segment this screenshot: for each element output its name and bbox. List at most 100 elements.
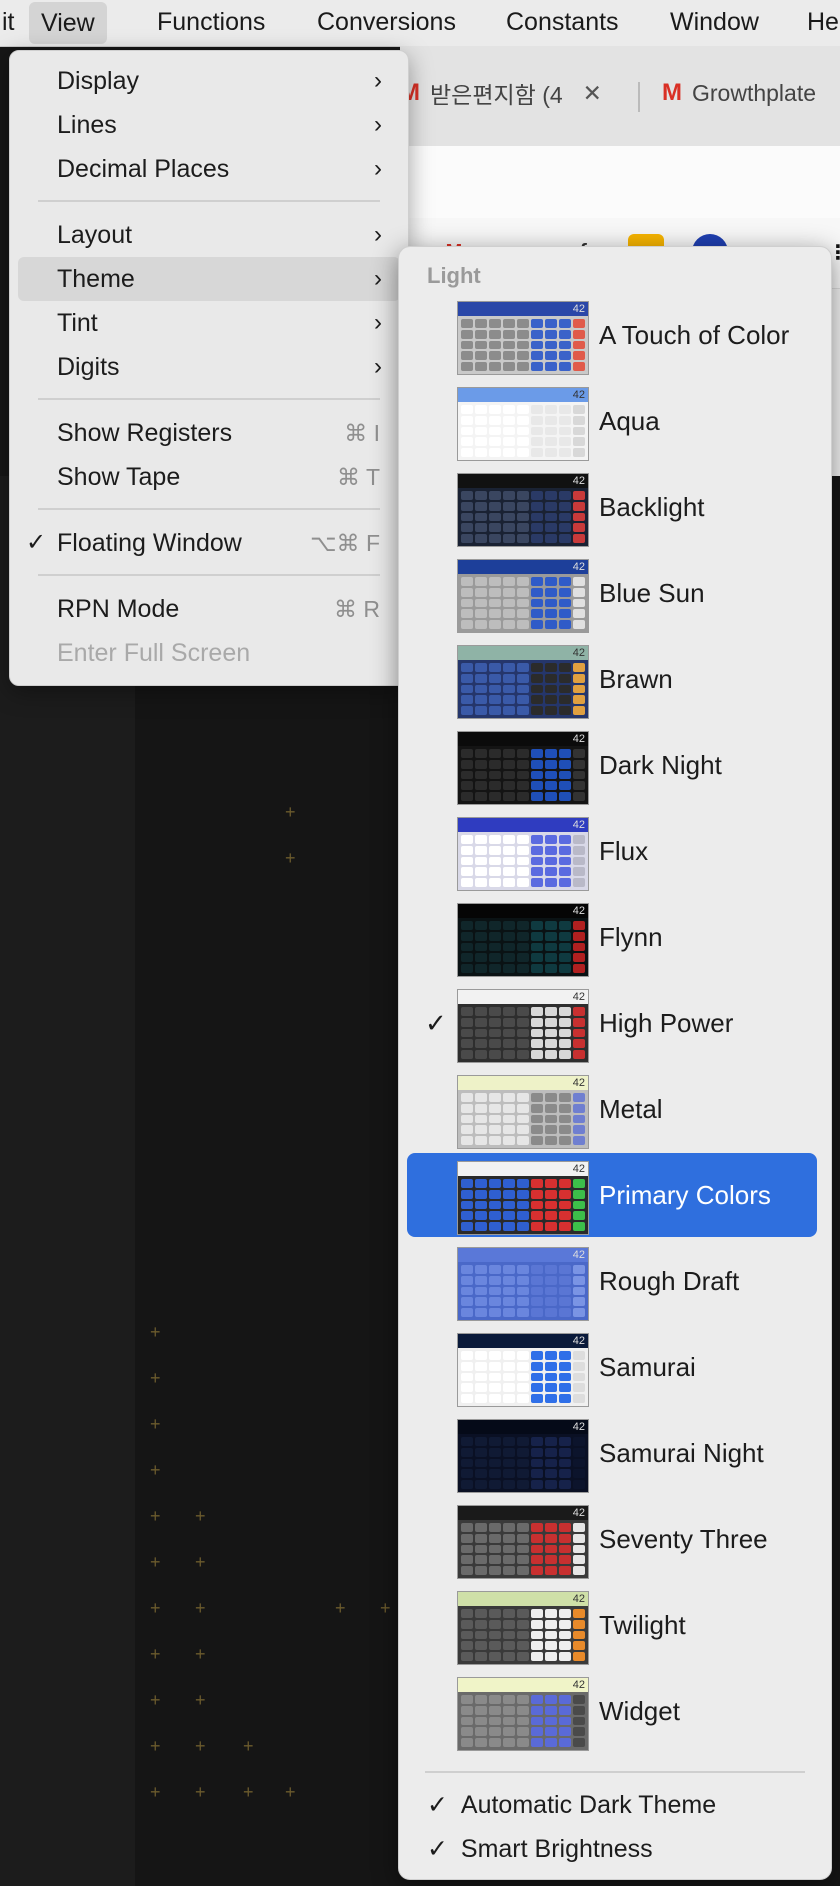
menu-item-label: Theme [57,265,135,293]
decor-plus-icon: + [195,1552,206,1572]
menu-separator [38,508,380,510]
menu-item-label: Decimal Places [57,155,230,183]
menu-item-show-tape[interactable]: Show Tape ⌘ T [18,455,400,499]
theme-thumbnail: 42 [457,731,589,805]
menu-item-show-registers[interactable]: Show Registers ⌘ I [18,411,400,455]
menu-item-label: RPN Mode [57,595,180,623]
theme-item-label: High Power [599,1008,734,1038]
chevron-right-icon: › [374,67,382,94]
menu-item-lines[interactable]: Lines › [18,103,400,147]
menubar-constants[interactable]: Constants [494,0,631,46]
theme-item-label: Primary Colors [599,1180,771,1210]
theme-item-label: Aqua [599,406,660,436]
menu-item-label: Enter Full Screen [57,639,251,667]
menubar-functions[interactable]: Functions [145,0,277,46]
theme-item-label: Widget [599,1696,680,1726]
theme-thumbnail: 42 [457,301,589,375]
thumbnail-keypad [461,319,585,371]
checkmark-icon: ✓ [26,529,47,556]
theme-item-label: Flynn [599,922,663,952]
theme-item-label: Flux [599,836,649,866]
theme-thumbnail: 42 [457,1677,589,1751]
theme-item[interactable]: 42 Samurai Night [407,1411,817,1495]
menu-item-rpn-mode[interactable]: RPN Mode ⌘ R [18,587,400,631]
browser-tab-inbox[interactable]: M 받은편지함 (4 ✕ [400,60,602,126]
menubar-view[interactable]: View [29,2,107,44]
keyboard-shortcut: ⌘ R [334,596,380,622]
thumbnail-keypad [461,1351,585,1403]
decor-plus-icon: + [380,1598,391,1618]
theme-item[interactable]: 42 Seventy Three [407,1497,817,1581]
menubar-edit[interactable]: it [0,0,27,46]
theme-item[interactable]: 42 Widget [407,1669,817,1753]
chevron-right-icon: › [374,309,382,336]
checkmark-icon: ✓ [427,1835,448,1863]
menubar-help[interactable]: He [795,0,840,46]
decor-plus-icon: + [335,1598,346,1618]
browser-tab-growthplate[interactable]: M Growthplate [662,60,816,126]
menu-bar: it View Functions Conversions Constants … [0,0,840,47]
decor-plus-icon: + [150,1460,161,1480]
tab-title: Growthplate [692,79,817,106]
decor-plus-icon: + [195,1782,206,1802]
thumbnail-keypad [461,663,585,715]
theme-item[interactable]: 42 Flux [407,809,817,893]
decor-plus-icon: + [150,1598,161,1618]
theme-thumbnail: 42 [457,1505,589,1579]
thumbnail-display: 42 [458,1076,588,1090]
menu-item-display[interactable]: Display › [18,59,400,103]
theme-thumbnail: 42 [457,1591,589,1665]
menu-item-layout[interactable]: Layout › [18,213,400,257]
theme-item[interactable]: 42 Twilight [407,1583,817,1667]
menubar-window[interactable]: Window [658,0,771,46]
theme-thumbnail: 42 [457,1161,589,1235]
theme-item[interactable]: 42 Primary Colors [407,1153,817,1237]
menu-item-smart-brightness[interactable]: ✓ Smart Brightness [427,1827,653,1871]
theme-item[interactable]: ✓ 42 High Power [407,981,817,1065]
menu-item-tint[interactable]: Tint › [18,301,400,345]
thumbnail-display: 42 [458,1678,588,1692]
theme-item[interactable]: 42 Rough Draft [407,1239,817,1323]
thumbnail-display: 42 [458,646,588,660]
thumbnail-keypad [461,1609,585,1661]
theme-item[interactable]: 42 Dark Night [407,723,817,807]
theme-item[interactable]: 42 Blue Sun [407,551,817,635]
theme-item[interactable]: 42 Backlight [407,465,817,549]
theme-thumbnail: 42 [457,989,589,1063]
thumbnail-display: 42 [458,302,588,316]
chevron-right-icon: › [374,265,382,292]
theme-item[interactable]: 42 Samurai [407,1325,817,1409]
menu-item-floating-window[interactable]: ✓ Floating Window ⌥⌘ F [18,521,400,565]
theme-item[interactable]: 42 A Touch of Color [407,293,817,377]
menubar-conversions[interactable]: Conversions [305,0,468,46]
menu-separator [38,574,380,576]
theme-item-label: Blue Sun [599,578,705,608]
menu-item-digits[interactable]: Digits › [18,345,400,389]
tab-title: 받은편지함 (4 [430,82,563,108]
thumbnail-keypad [461,405,585,457]
menu-item-label: Layout [57,221,133,249]
menu-item-label: Digits [57,353,120,381]
thumbnail-keypad [461,749,585,801]
theme-item[interactable]: 42 Metal [407,1067,817,1151]
browser-toolbar [400,146,840,218]
thumbnail-display: 42 [458,1420,588,1434]
menu-item-theme[interactable]: Theme › [18,257,400,301]
decor-plus-icon: + [150,1414,161,1434]
menu-item-label: Automatic Dark Theme [460,1791,717,1819]
thumbnail-display: 42 [458,818,588,832]
menu-item-decimal-places[interactable]: Decimal Places › [18,147,400,191]
tab-close-icon[interactable]: ✕ [583,80,602,107]
theme-item[interactable]: 42 Aqua [407,379,817,463]
theme-item[interactable]: 42 Brawn [407,637,817,721]
thumbnail-keypad [461,577,585,629]
theme-item[interactable]: 42 Flynn [407,895,817,979]
menu-item-automatic-dark-theme[interactable]: ✓ Automatic Dark Theme [427,1783,716,1827]
decor-plus-icon: + [150,1782,161,1802]
thumbnail-keypad [461,1007,585,1059]
thumbnail-display: 42 [458,1334,588,1348]
thumbnail-display: 42 [458,1248,588,1262]
thumbnail-keypad [461,1265,585,1317]
thumbnail-keypad [461,1695,585,1747]
theme-thumbnail: 42 [457,1247,589,1321]
